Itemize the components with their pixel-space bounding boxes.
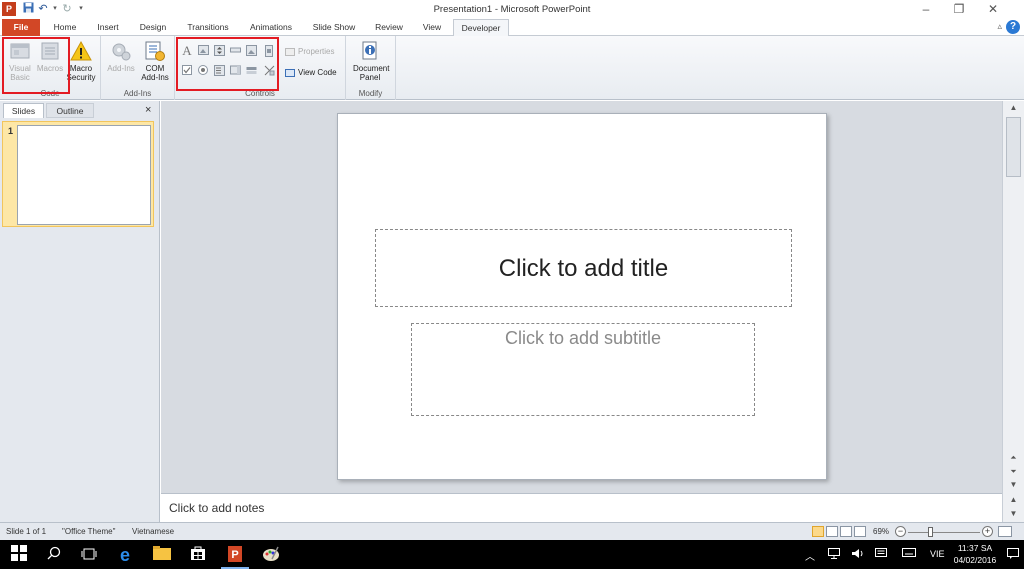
zoom-slider[interactable] <box>908 532 980 533</box>
slide-sorter-view-icon[interactable] <box>826 526 838 537</box>
group-label-modify: Modify <box>358 89 383 98</box>
keyboard-icon[interactable] <box>902 548 916 560</box>
next-slide-icon[interactable]: ⏷ <box>1003 465 1024 479</box>
zoom-out-icon[interactable]: − <box>895 526 906 537</box>
windows-start-icon[interactable] <box>9 545 29 565</box>
group-label-addins: Add-Ins <box>123 89 152 98</box>
input-language[interactable]: VIE <box>930 549 945 559</box>
tab-transitions[interactable]: Transitions <box>178 19 238 36</box>
window-title: Presentation1 - Microsoft PowerPoint <box>433 4 591 15</box>
notes-scroll-down-icon[interactable]: ▼ <box>1003 507 1024 521</box>
minimize-ribbon-icon[interactable]: ▵ <box>997 21 1002 32</box>
file-explorer-icon[interactable] <box>152 545 172 565</box>
store-icon[interactable] <box>188 545 208 565</box>
notes-scroll-up-icon[interactable]: ▲ <box>1003 493 1024 507</box>
scroll-down-icon[interactable]: ▼ <box>1003 478 1024 492</box>
theme-name[interactable]: "Office Theme" <box>62 527 115 536</box>
view-code-icon <box>285 68 295 77</box>
close-panel-icon[interactable]: × <box>145 104 151 116</box>
tab-developer[interactable]: Developer <box>453 19 509 37</box>
volume-icon[interactable] <box>852 548 865 562</box>
tab-slide-show[interactable]: Slide Show <box>304 19 364 36</box>
previous-slide-icon[interactable]: ⏶ <box>1003 451 1024 465</box>
slide-count: Slide 1 of 1 <box>6 527 47 536</box>
title-bar: P ↶ ▾ ↻ ▾ Presentation1 - Microsoft Powe… <box>0 0 1024 19</box>
paint-app-icon[interactable] <box>261 545 281 565</box>
com-addins-icon <box>144 40 166 62</box>
notifications-icon[interactable] <box>875 548 887 562</box>
ribbon-tabs: File Home Insert Design Transitions Anim… <box>0 19 1024 37</box>
subtitle-placeholder[interactable]: Click to add subtitle <box>411 323 755 416</box>
powerpoint-taskbar-icon[interactable]: P <box>225 545 245 565</box>
properties-icon <box>285 47 295 56</box>
warning-icon <box>70 40 92 62</box>
com-addins-button[interactable]: COM Add-Ins <box>138 40 172 82</box>
notes-scrollbar[interactable]: ▲ ▼ <box>1002 493 1024 522</box>
vertical-scrollbar[interactable]: ▲ ⏶ ⏷ ▼ <box>1002 101 1024 493</box>
windows-taskbar: e P ︿ VIE 11:37 SA 04/02/2016 <box>0 540 1024 569</box>
system-clock[interactable]: 11:37 SA 04/02/2016 <box>950 542 1000 566</box>
notes-pane[interactable]: Click to add notes <box>161 493 1002 522</box>
notes-placeholder[interactable]: Click to add notes <box>169 501 264 515</box>
tab-insert[interactable]: Insert <box>88 19 128 36</box>
help-icon[interactable]: ? <box>1006 20 1020 34</box>
scrollbar-thumb[interactable] <box>1006 117 1021 177</box>
slide-editing-area: Click to add title Click to add subtitle <box>161 101 1002 493</box>
search-icon[interactable] <box>44 545 64 565</box>
tab-animations[interactable]: Animations <box>242 19 300 36</box>
slide-canvas[interactable]: Click to add title Click to add subtitle <box>337 113 827 480</box>
zoom-slider-knob[interactable] <box>928 527 933 537</box>
normal-view-icon[interactable] <box>812 526 824 537</box>
language-status[interactable]: Vietnamese <box>132 527 174 536</box>
addins-button[interactable]: Add-Ins <box>104 40 138 73</box>
group-addins: Add-Ins COM Add-Ins Add-Ins <box>101 36 175 100</box>
svg-text:P: P <box>231 549 238 561</box>
view-code-button[interactable]: View Code <box>285 66 337 80</box>
slide-show-view-icon[interactable] <box>854 526 866 537</box>
scroll-up-icon[interactable]: ▲ <box>1003 101 1024 115</box>
status-bar: Slide 1 of 1 "Office Theme" Vietnamese 6… <box>0 522 1024 540</box>
title-placeholder[interactable]: Click to add title <box>375 229 792 307</box>
fit-slide-icon[interactable] <box>998 526 1012 537</box>
document-panel-icon <box>359 40 381 62</box>
highlight-box-controls <box>176 37 279 91</box>
slides-panel: Slides Outline × 1 <box>0 101 160 522</box>
slide-thumbnail-item[interactable]: 1 <box>2 121 154 227</box>
tab-review[interactable]: Review <box>368 19 410 36</box>
tab-outline[interactable]: Outline <box>46 103 94 118</box>
reading-view-icon[interactable] <box>840 526 852 537</box>
close-icon[interactable]: ✕ <box>978 0 1008 19</box>
tab-view[interactable]: View <box>414 19 450 36</box>
tab-design[interactable]: Design <box>132 19 174 36</box>
edge-browser-icon[interactable]: e <box>115 545 135 565</box>
tab-file[interactable]: File <box>2 19 40 36</box>
minimize-icon[interactable]: – <box>912 0 940 19</box>
zoom-level[interactable]: 69% <box>873 527 889 536</box>
document-panel-button[interactable]: Document Panel <box>353 40 389 82</box>
slide-thumbnail[interactable] <box>17 125 151 225</box>
network-icon[interactable] <box>828 548 840 562</box>
action-center-icon[interactable] <box>1007 548 1019 562</box>
restore-icon[interactable]: ❐ <box>945 0 973 19</box>
task-view-icon[interactable] <box>79 545 99 565</box>
zoom-in-icon[interactable]: + <box>982 526 993 537</box>
slide-number: 1 <box>8 126 14 136</box>
gears-icon <box>110 40 132 62</box>
group-modify: Document Panel Modify <box>346 36 396 100</box>
tab-slides[interactable]: Slides <box>3 103 44 118</box>
highlight-box-code <box>2 37 70 94</box>
properties-button[interactable]: Properties <box>285 45 334 59</box>
show-hidden-icons-icon[interactable]: ︿ <box>805 548 815 563</box>
ribbon-developer: Visual Basic Macros Macro Security Code … <box>0 36 1024 100</box>
tab-home[interactable]: Home <box>44 19 86 36</box>
